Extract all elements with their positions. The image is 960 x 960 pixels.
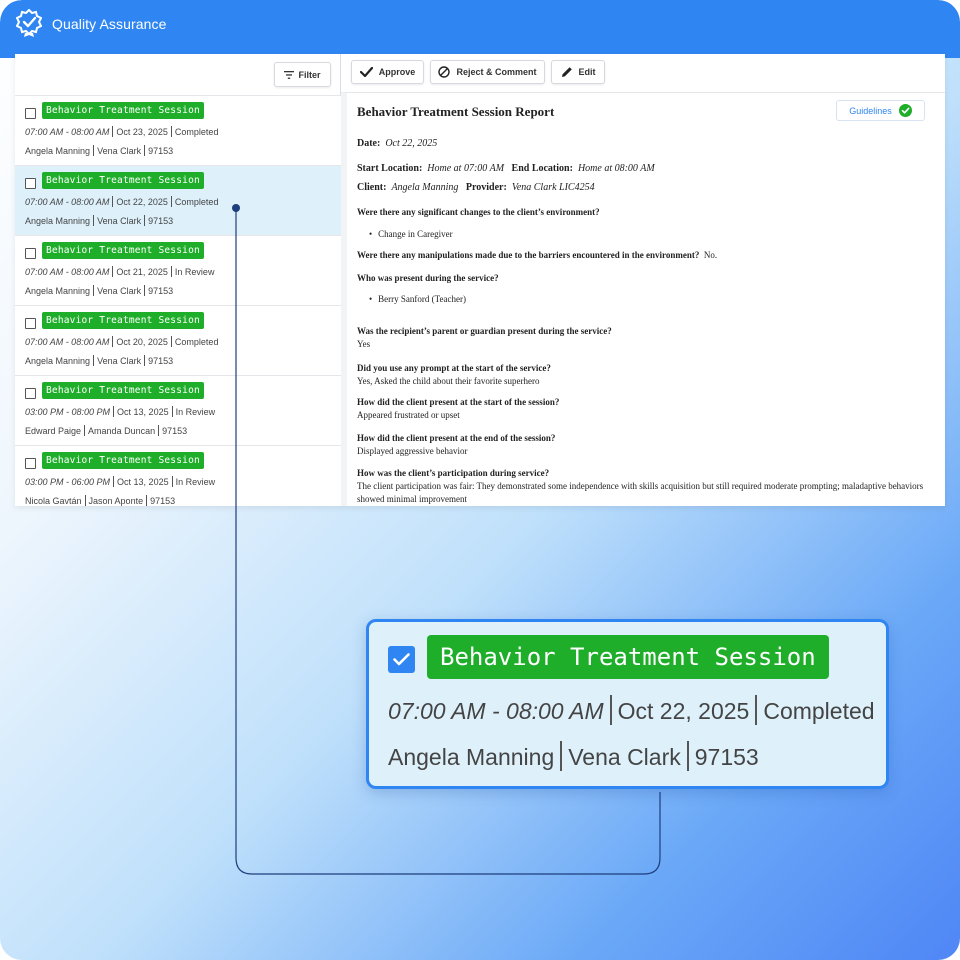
separator <box>609 695 612 725</box>
session-status: Completed <box>763 698 875 724</box>
session-checkbox-checked[interactable] <box>388 646 415 673</box>
separator <box>755 695 758 725</box>
checkmark-icon <box>393 653 410 666</box>
session-date: Oct 22, 2025 <box>617 698 750 724</box>
background-canvas: Quality Assurance Filter Behavior Treatm… <box>0 0 960 960</box>
connector-line <box>232 204 661 875</box>
session-time-line: 07:00 AM - 08:00 AM Oct 22, 2025 Completed <box>388 695 875 725</box>
session-type-tag: Behavior Treatment Session <box>427 635 829 679</box>
session-time: 07:00 AM - 08:00 AM <box>388 698 604 724</box>
session-provider: Vena Clark <box>568 744 681 770</box>
session-people-line: Angela Manning Vena Clark 97153 <box>388 741 759 771</box>
session-client: Angela Manning <box>388 744 555 770</box>
session-code: 97153 <box>694 744 759 770</box>
separator <box>560 741 563 771</box>
zoomed-session-card: Behavior Treatment Session 07:00 AM - 08… <box>366 619 889 789</box>
connector-dot <box>232 204 240 212</box>
separator <box>686 741 689 771</box>
